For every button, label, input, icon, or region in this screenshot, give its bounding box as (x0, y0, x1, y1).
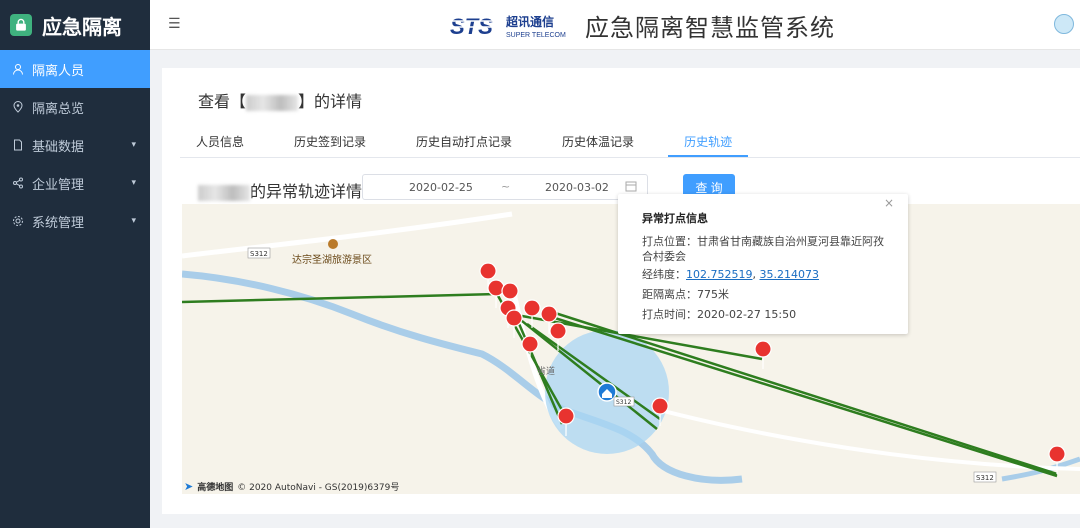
location-label: 打点位置： (642, 235, 697, 248)
chevron-down-icon: ▾ (131, 140, 136, 150)
system-title: 应急隔离智慧监管系统 (585, 14, 835, 42)
top-bar: ☰ STS 超讯通信 SUPER TELECOM 应急隔离智慧监管系统 (150, 0, 1080, 50)
road-label: S312 (976, 474, 994, 482)
lock-logo-icon (10, 14, 32, 36)
coord-label: 经纬度： (642, 268, 686, 281)
blurred-name (246, 94, 299, 111)
logo-en-text: SUPER TELECOM (506, 32, 566, 39)
scenic-label: 达宗圣湖旅游景区 (292, 253, 372, 266)
gear-icon (13, 216, 23, 226)
popup-title: 异常打点信息 (642, 212, 708, 225)
share-icon (13, 177, 23, 189)
tab-auto-point-history[interactable]: 历史自动打点记录 (400, 126, 528, 157)
sidebar-item-basic-data[interactable]: 基础数据 ▾ (0, 126, 150, 164)
road-label: 省道 (537, 365, 555, 377)
tab-bar: 人员信息 历史签到记录 历史自动打点记录 历史体温记录 历史轨迹 (180, 126, 1080, 158)
time-value: 2020-02-27 15:50 (697, 308, 797, 321)
tab-checkin-history[interactable]: 历史签到记录 (278, 126, 382, 157)
brand-title: 应急隔离 (42, 14, 122, 39)
menu-toggle-icon[interactable]: ☰ (168, 16, 181, 32)
chevron-down-icon: ▾ (131, 216, 136, 226)
amap-logo-icon: ➤ (184, 480, 194, 493)
sidebar-item-isolated-people[interactable]: 隔离人员 (0, 50, 150, 88)
distance-label: 距隔离点： (642, 288, 697, 301)
sidebar-item-label: 企业管理 (32, 177, 85, 193)
road-label: S312 (250, 250, 268, 258)
sub-title-suffix: 的异常轨迹详情 (250, 182, 363, 201)
title-prefix: 查看【 (198, 92, 247, 111)
tab-track-history[interactable]: 历史轨迹 (668, 126, 749, 157)
location-icon (13, 101, 23, 113)
tab-person-info[interactable]: 人员信息 (180, 126, 260, 157)
popup-time-row: 打点时间：2020-02-27 15:50 (642, 307, 796, 322)
popup-coord-row: 经纬度：102.752519, 35.214073 (642, 267, 819, 282)
map-attribution: ➤ 高德地图 © 2020 AutoNavi - GS(2019)6379号 (184, 480, 399, 493)
date-range-picker[interactable]: 2020-02-25 ~ 2020-03-02 (362, 174, 648, 200)
sidebar-brand: 应急隔离 (0, 0, 150, 50)
sidebar-item-enterprise[interactable]: 企业管理 ▾ (0, 164, 150, 202)
date-end[interactable]: 2020-03-02 (545, 181, 609, 194)
user-icon (13, 64, 23, 75)
marker (754, 340, 772, 370)
point-info-popup: × 异常打点信息 打点位置：甘肃省甘南藏族自治州夏河县靠近阿孜合村委会 经纬度：… (618, 194, 908, 334)
title-suffix: 】的详情 (298, 92, 363, 111)
road-label: S312 (616, 399, 631, 406)
attribution-text: © 2020 AutoNavi - GS(2019)6379号 (237, 483, 400, 493)
sidebar-menu: 隔离人员 隔离总览 基础数据 ▾ 企业管理 ▾ 系统管理 ▾ (0, 50, 150, 240)
amap-brand: 高德地图 (197, 483, 234, 493)
document-icon (14, 139, 22, 151)
date-separator: ~ (501, 180, 511, 193)
scenic-poi-icon (328, 239, 338, 249)
lat-link[interactable]: 35.214073 (759, 268, 819, 281)
page-title: 查看【 】的详情 (198, 88, 362, 112)
logo-cn-text: 超讯通信 (505, 14, 554, 29)
chevron-down-icon: ▾ (131, 178, 136, 188)
date-start[interactable]: 2020-02-25 (409, 181, 473, 194)
sidebar-item-label: 系统管理 (32, 215, 85, 231)
sidebar: 应急隔离 隔离人员 隔离总览 基础数据 ▾ 企业管理 ▾ 系统管理 ▾ (0, 0, 150, 528)
popup-distance-row: 距隔离点：775米 (642, 287, 729, 302)
track-section-title: 的异常轨迹详情 (198, 178, 362, 202)
sidebar-item-label: 隔离总览 (32, 101, 85, 117)
time-label: 打点时间： (642, 308, 697, 321)
sidebar-item-system[interactable]: 系统管理 ▾ (0, 202, 150, 240)
road (182, 211, 513, 259)
avatar[interactable] (1054, 14, 1074, 34)
sidebar-item-overview[interactable]: 隔离总览 (0, 88, 150, 126)
sidebar-item-label: 隔离人员 (32, 63, 85, 79)
tab-temperature-history[interactable]: 历史体温记录 (546, 126, 650, 157)
sidebar-item-label: 基础数据 (32, 139, 85, 155)
distance-value: 775米 (697, 288, 729, 301)
lng-link[interactable]: 102.752519 (686, 268, 752, 281)
blurred-name (198, 184, 250, 201)
super-telecom-logo: STS 超讯通信 SUPER TELECOM (450, 14, 566, 39)
popup-location-row: 打点位置：甘肃省甘南藏族自治州夏河县靠近阿孜合村委会 (642, 234, 892, 264)
calendar-icon (625, 181, 637, 192)
close-icon[interactable]: × (884, 196, 894, 210)
